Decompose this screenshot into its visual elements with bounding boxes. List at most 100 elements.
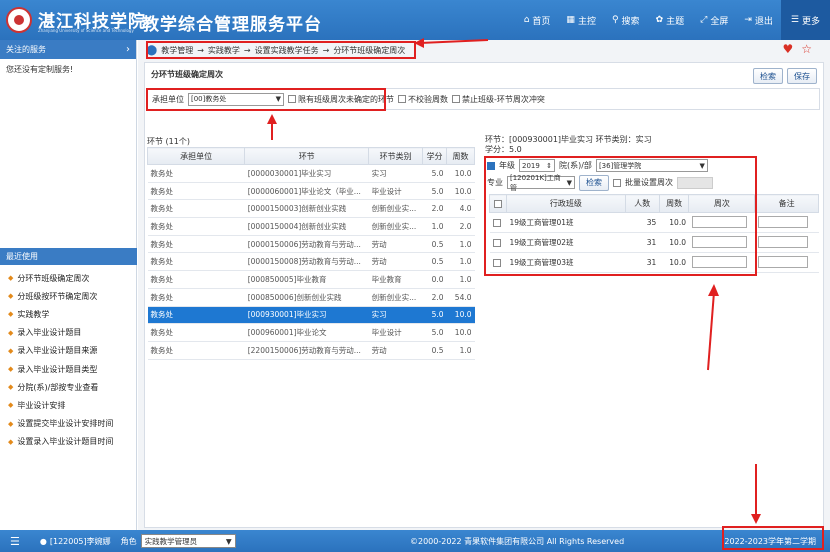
table-cell: [000930001]毕业实习 (244, 306, 369, 325)
batch-checkbox[interactable] (613, 178, 621, 187)
windows-icon: ▦ (566, 15, 575, 25)
table-cell: 教务处 (147, 182, 245, 201)
panel-actions: 检索 保存 (753, 68, 817, 84)
favorites-header[interactable]: 关注的服务 › (0, 40, 136, 59)
link-info-line: 环节：[000930001]毕业实习 环节类别：实习 (485, 135, 652, 144)
row-checkbox[interactable] (492, 219, 501, 227)
table-cell: 创新创业实... (368, 199, 423, 219)
recent-item[interactable]: ◆ 录入毕业设计题目来源 (0, 342, 137, 360)
note-input[interactable] (757, 236, 808, 249)
weeks-input[interactable] (691, 256, 747, 269)
table-cell: 教务处 (147, 164, 245, 183)
role-select[interactable]: 实践教学管理员 ▼ (140, 534, 236, 548)
fullscreen-icon: ⤢ (700, 15, 708, 25)
platform-title: 教学综合管理服务平台 (142, 15, 322, 35)
table-row[interactable]: 19级工商管理03班 31 10.0 (489, 252, 819, 273)
recent-item[interactable]: ◆ 分院(系)/部按专业查看 (0, 378, 137, 396)
link-credit-line: 学分：5.0 (485, 145, 522, 154)
class-filter: 年级 2019 ⇕ 院(系)/部 [36]管理学院 ▼ 专业 [120201K]工商… (487, 158, 755, 192)
table-row[interactable]: 教务处 [000850005]毕业教育 毕业教育 0.0 1.0 (147, 270, 475, 289)
recent-item[interactable]: ◆ 分班级按环节确定周次 (0, 287, 137, 305)
search-icon: ⚲ (611, 15, 619, 25)
home-icon: ⌂ (523, 15, 530, 25)
table-cell: 教务处 (147, 270, 245, 289)
col-header-select (489, 194, 507, 213)
school-subtitle: Zhanjiang University of Science and Tech… (38, 28, 134, 33)
note-cell (754, 232, 819, 253)
save-button[interactable]: 保存 (787, 68, 817, 84)
bullet-icon: ◆ (8, 274, 14, 283)
recent-item[interactable]: ◆ 设置提交毕业设计安排时间 (0, 415, 137, 433)
breadcrumb-item[interactable]: 实践教学 (208, 45, 240, 56)
row-checkbox[interactable] (492, 259, 501, 267)
bullet-icon: ◆ (8, 383, 14, 392)
table-row[interactable]: 教务处 [000930001]毕业实习 实习 5.0 10.0 (147, 306, 475, 325)
dropdown-arrow-icon: ▼ (225, 536, 232, 546)
select-all-checkbox[interactable] (493, 199, 502, 208)
table-row[interactable]: 教务处 [000850006]创新创业实践 创新创业实... 2.0 54.0 (147, 288, 475, 307)
table-cell: 10.0 (659, 232, 689, 253)
checkbox[interactable] (398, 95, 406, 103)
breadcrumb-item: 分环节班级确定周次 (333, 45, 406, 55)
table-row[interactable]: 教务处 [2200150006]劳动教育与劳动... 劳动 0.5 1.0 (147, 341, 475, 360)
checkbox[interactable] (288, 95, 296, 103)
table-cell: 0.5 (422, 235, 447, 254)
nav-theme[interactable]: ✿ 主题 (648, 0, 693, 40)
recent-item[interactable]: ◆ 实践教学 (0, 305, 137, 323)
menu-icon[interactable]: ☰ (10, 535, 20, 548)
bullet-icon: ◆ (8, 401, 14, 410)
recent-item[interactable]: ◆ 分环节班级确定周次 (0, 269, 137, 287)
dept-select[interactable]: [36]管理学院 ▼ (595, 159, 708, 172)
table-row[interactable]: 教务处 [0000030001]毕业实习 实习 5.0 10.0 (147, 164, 475, 183)
nav-logout[interactable]: ⇥ 退出 (736, 0, 781, 40)
nav-console[interactable]: ▦ 主控 (558, 0, 604, 40)
weeks-input[interactable] (691, 216, 747, 229)
option-no-week-check[interactable]: 不校验周数 (398, 94, 448, 105)
search-button[interactable]: 检索 (753, 68, 783, 84)
table-cell: 实习 (368, 306, 423, 325)
recent-item[interactable]: ◆ 毕业设计安排 (0, 396, 137, 414)
class-search-button[interactable]: 检索 (579, 174, 609, 191)
row-checkbox[interactable] (492, 239, 501, 247)
recent-item[interactable]: ◆ 录入毕业设计题目 (0, 324, 137, 342)
major-select[interactable]: [120201K]工商管 ▼ (507, 174, 575, 192)
table-row[interactable]: 教务处 [0000150004]创新创业实践 创新创业实... 1.0 2.0 (147, 217, 475, 236)
grade-stepper[interactable]: 2019 ⇕ (519, 159, 555, 172)
table-row[interactable]: 教务处 [0000150006]劳动教育与劳动... 劳动 0.5 1.0 (147, 235, 475, 254)
table-cell: 5.0 (422, 306, 447, 325)
unit-select[interactable]: [00]教务处 ▼ (188, 92, 284, 106)
option-no-conflict[interactable]: 禁止班级-环节周次冲突 (452, 94, 545, 105)
star-icon[interactable]: ☆ (801, 42, 812, 56)
link-table: 承担单位 环节 环节类别 学分 周数 教务处 [0000030001]毕业实习 实习… (146, 147, 475, 360)
recent-item[interactable]: ◆ 录入毕业设计题目类型 (0, 360, 137, 378)
table-cell: 1.0 (446, 235, 475, 254)
user-icon: ● (39, 536, 47, 546)
copyright: ©2000-2022 青果软件集团有限公司 All Rights Reserve… (410, 536, 625, 546)
checkbox[interactable] (452, 95, 460, 103)
weeks-input[interactable] (691, 236, 747, 249)
nav-more[interactable]: ☰ 更多 (780, 0, 830, 40)
table-row[interactable]: 教务处 [0000150003]创新创业实践 创新创业实... 2.0 4.0 (147, 199, 475, 219)
dropdown-arrow-icon: ▼ (699, 161, 705, 170)
note-input[interactable] (757, 256, 808, 269)
table-row[interactable]: 19级工商管理02班 31 10.0 (489, 232, 819, 253)
table-row[interactable]: 19级工商管理01班 35 10.0 (489, 212, 819, 233)
heart-icon[interactable]: ♥ (782, 42, 793, 56)
note-input[interactable] (757, 216, 808, 229)
nav-fullscreen[interactable]: ⤢ 全屏 (692, 0, 736, 40)
option-unconfirmed[interactable]: 限有班级周次未确定的环节 (288, 94, 394, 105)
table-cell: 1.0 (446, 341, 475, 360)
nav-home[interactable]: ⌂ 首页 (516, 0, 559, 40)
grade-checkbox[interactable] (487, 161, 495, 170)
menu-icon: ☰ (790, 15, 799, 25)
table-cell: 毕业设计 (368, 182, 423, 201)
recent-item[interactable]: ◆ 设置录入毕业设计题目时间 (0, 433, 137, 451)
table-row[interactable]: 教务处 [0000060001]毕业论文（毕业... 毕业设计 5.0 10.0 (147, 182, 475, 201)
left-table-caption: 环节 (11个) (147, 137, 190, 146)
table-row[interactable]: 教务处 [0000150008]劳动教育与劳动... 劳动 0.5 1.0 (147, 252, 475, 272)
table-row[interactable]: 教务处 [000960001]毕业论文 毕业设计 5.0 10.0 (147, 323, 475, 342)
nav-search[interactable]: ⚲ 搜索 (604, 0, 648, 40)
batch-weeks-input[interactable] (677, 176, 713, 189)
breadcrumb-item[interactable]: 教学管理 (161, 45, 193, 56)
breadcrumb-item[interactable]: 设置实践教学任务 (255, 45, 319, 56)
